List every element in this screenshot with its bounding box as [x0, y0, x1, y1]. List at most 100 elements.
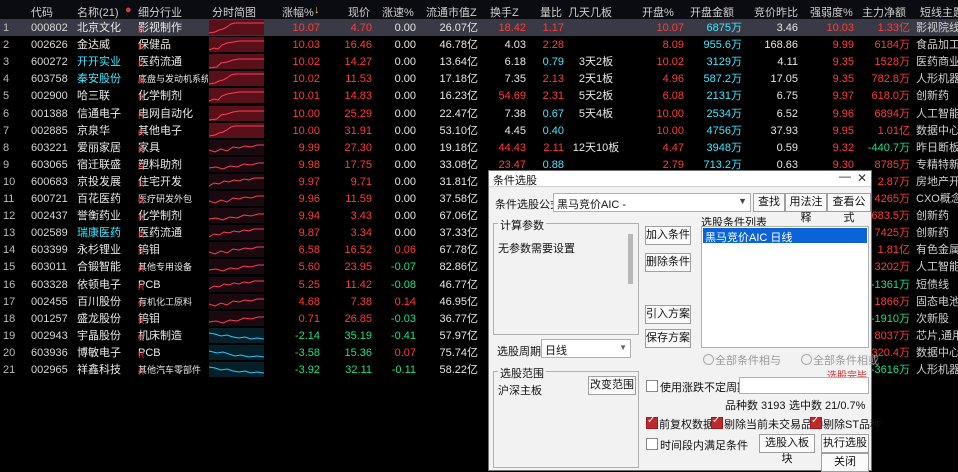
sparkline-chart — [209, 156, 264, 172]
st-checkbox[interactable] — [810, 415, 822, 429]
change-scope-button[interactable]: 改变范围 — [588, 376, 636, 395]
minimize-icon[interactable]: — — [839, 169, 851, 183]
col-chart[interactable]: 分时简图 — [212, 4, 256, 19]
cell-sector: R PCB — [138, 346, 208, 360]
add-condition-button[interactable]: 加入条件 — [645, 226, 691, 245]
period-select[interactable]: 日线 ▼ — [541, 339, 631, 358]
params-scrollbar[interactable] — [628, 234, 633, 284]
radio-and[interactable] — [703, 354, 714, 365]
fq-checkbox[interactable] — [646, 415, 658, 429]
use-period-checkbox[interactable] — [646, 380, 658, 392]
radio-and-label: 全部条件相与 — [715, 355, 781, 367]
cell-speed: 0.00 — [394, 73, 416, 86]
cell-speed: 0.00 — [394, 210, 416, 223]
scope-group: 选股范围 沪深主板 改变范围 — [493, 365, 639, 468]
col-turnover[interactable]: 换手Z — [490, 4, 519, 19]
table-row[interactable]: 5 002900 哈三联 R 化学制剂 10.01 14.83 0.00 16.23亿 54.69… — [0, 87, 958, 104]
col-strength[interactable]: 强弱度% — [810, 4, 853, 19]
cell-idx: 19 — [3, 329, 16, 342]
cell-mcap: 75.74亿 — [439, 346, 478, 359]
cell-code: 002943 — [31, 329, 68, 342]
cell-net: 6184万 — [874, 39, 910, 52]
no-trade-checkbox[interactable] — [711, 415, 723, 429]
cell-price: 9.71 — [350, 175, 372, 188]
sector-text: 有机化工原料 — [138, 296, 193, 307]
col-code[interactable]: 代码 — [31, 4, 53, 19]
col-open-pct[interactable]: 开盘% — [642, 4, 674, 19]
col-tag[interactable]: 短线主题 — [920, 4, 958, 19]
col-open-amt[interactable]: 开盘金额 — [690, 4, 734, 19]
cell-idx: 4 — [3, 73, 10, 86]
col-chg[interactable]: 涨幅% — [282, 4, 314, 19]
col-speed[interactable]: 涨速% — [382, 4, 414, 19]
cell-mcap: 37.33亿 — [439, 227, 478, 240]
to-block-button[interactable]: 选股入板块 — [759, 434, 815, 465]
table-row[interactable]: 2 002626 金达威 R 保健品 10.03 16.46 0.00 46.78亿 4.03 2.… — [0, 36, 958, 53]
scope-value: 沪深主板 — [498, 385, 542, 397]
import-scheme-button[interactable]: 引入方案 — [645, 305, 691, 324]
col-price[interactable]: 现价 — [348, 4, 370, 19]
cell-idx: 21 — [3, 364, 16, 376]
hit-text: 选中数 21/0.7% — [789, 400, 866, 412]
save-scheme-button[interactable]: 保存方案 — [645, 329, 691, 348]
cell-sector: R 医药流通 — [138, 226, 208, 240]
sparkline-chart — [209, 208, 264, 224]
cell-chg: 5.25 — [298, 278, 320, 291]
cell-idx: 17 — [3, 295, 16, 308]
cell-str: 9.96 — [832, 107, 854, 120]
col-vol-ratio[interactable]: 量比 — [540, 4, 562, 19]
r-mark-icon: R — [138, 127, 145, 138]
cell-code: 002626 — [31, 39, 68, 52]
cell-idx: 7 — [3, 124, 10, 137]
col-sector[interactable]: 细分行业 — [138, 4, 182, 19]
cell-days: 3天2板 — [578, 56, 614, 69]
cell-chg: 10.02 — [292, 73, 320, 86]
col-main-net[interactable]: 主力净额 — [862, 4, 906, 19]
period-input[interactable] — [739, 377, 869, 394]
chevron-down-icon: ▼ — [619, 343, 627, 352]
sparkline-chart — [209, 54, 264, 70]
usage-button[interactable]: 用法注释 — [785, 193, 827, 224]
cell-price: 26.85 — [344, 312, 372, 325]
time-cond-checkbox[interactable] — [646, 438, 658, 450]
period-label: 选股周期: — [497, 346, 545, 358]
table-row[interactable]: 6 001388 信通电子 R 电网自动化 10.00 25.29 0.00 22.47亿 7.3… — [0, 105, 958, 122]
formula-select[interactable]: 黑马竞价AIC - ▼ — [553, 193, 751, 212]
cell-name: 开开实业 — [77, 56, 121, 69]
r-mark-icon: R — [138, 213, 145, 224]
run-select-button[interactable]: 执行选股 — [821, 434, 869, 453]
col-mcap[interactable]: 流通市值Z — [426, 4, 477, 19]
close-icon[interactable]: ✕ — [857, 171, 867, 185]
cell-chg: 10.03 — [292, 39, 320, 52]
cell-open: 6.08 — [662, 90, 684, 103]
col-bid-ratio[interactable]: 竞价昨比 — [754, 4, 798, 19]
table-row[interactable]: 7 002885 京泉华 R 其他电子 10.00 31.91 0.00 53.10亿 4.45 0… — [0, 122, 958, 139]
cond-list-item[interactable]: 黑马竞价AIC 日线 — [703, 228, 867, 244]
cell-open: 10.07 — [656, 22, 684, 34]
find-button[interactable]: 查找 — [753, 193, 785, 212]
table-row[interactable]: 3 600272 开开实业 R 医药流通 10.02 14.27 0.00 13.64亿 6.18… — [0, 53, 958, 70]
cell-code: 603011 — [31, 261, 67, 274]
cell-price: 23.95 — [344, 261, 372, 274]
sparkline-chart — [209, 71, 264, 87]
radio-or[interactable] — [801, 354, 812, 365]
calc-params-group: 计算参数 无参数需要设置 — [493, 217, 639, 335]
cell-name: 爱丽家居 — [77, 141, 121, 154]
cell-chg: -3.92 — [294, 364, 320, 376]
close-button[interactable]: 关闭 — [821, 453, 869, 472]
view-formula-button[interactable]: 查看公式 — [827, 193, 871, 224]
cond-list[interactable]: 黑马竞价AIC 日线 — [701, 226, 869, 348]
cell-vr: 2.28 — [542, 39, 564, 52]
cell-code: 000802 — [31, 22, 68, 34]
r-mark-icon: R — [138, 247, 145, 258]
table-row[interactable]: 1 000802 北京文化 R 影视制作 10.07 4.70 0.00 26.07亿 18.42… — [0, 19, 958, 36]
cell-turn: 18.42 — [498, 22, 526, 34]
table-row[interactable]: 4 603758 秦安股份 R 底盘与发动机系统 10.02 11.53 0.00 17.18亿… — [0, 70, 958, 87]
delete-condition-button[interactable]: 删除条件 — [645, 253, 691, 272]
col-name[interactable]: 名称(21) — [77, 4, 119, 19]
cell-code: 002437 — [31, 210, 68, 223]
dialog-titlebar: 条件选股 — ✕ — [489, 169, 871, 187]
table-row[interactable]: 8 603221 爱丽家居 R 家具 9.99 27.30 0.00 19.18亿 44.43 2.… — [0, 139, 958, 156]
cell-mcap: 19.18亿 — [439, 141, 478, 154]
col-days-boards[interactable]: 几天几板 — [568, 4, 612, 19]
